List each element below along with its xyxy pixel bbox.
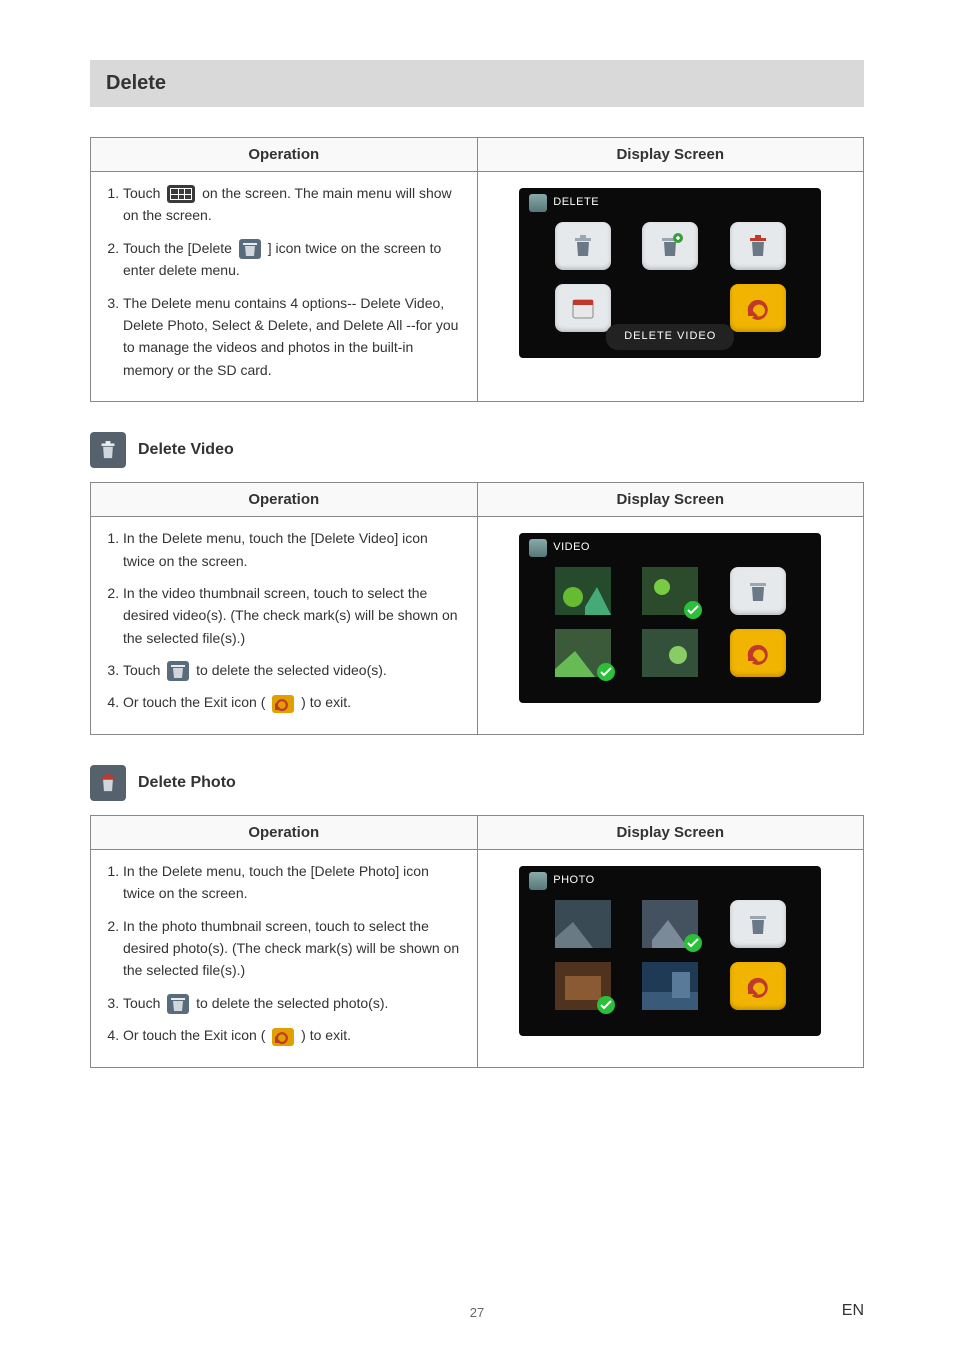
delete-table: Operation Display Screen Touch on the sc… xyxy=(90,137,864,402)
device-screen-photo: PHOTO xyxy=(519,866,821,1036)
calendar-icon xyxy=(555,284,611,332)
trash-red-icon xyxy=(90,765,126,801)
delete-photo-display-cell: PHOTO xyxy=(477,849,864,1067)
photo-thumb-selected xyxy=(642,900,698,948)
step: Or touch the Exit icon ( ) to exit. xyxy=(123,1024,463,1046)
step: In the video thumbnail screen, touch to … xyxy=(123,582,463,649)
page-number: 27 xyxy=(470,1305,484,1320)
screen-header-label: VIDEO xyxy=(553,539,590,557)
trash-all-icon xyxy=(730,222,786,270)
page-lang: EN xyxy=(842,1302,864,1320)
screen-caption: DELETE VIDEO xyxy=(606,324,734,350)
col-operation: Operation xyxy=(91,483,478,517)
col-operation: Operation xyxy=(91,138,478,172)
trash-icon xyxy=(555,222,611,270)
trash-icon xyxy=(730,567,786,615)
step: Touch the [Delete ] icon twice on the sc… xyxy=(123,237,463,282)
delete-video-operation-cell: In the Delete menu, touch the [Delete Vi… xyxy=(91,517,478,735)
trash-icon xyxy=(167,661,189,681)
step: Or touch the Exit icon ( ) to exit. xyxy=(123,691,463,713)
subheader-title: Delete Video xyxy=(138,441,234,459)
subheader-delete-photo: Delete Photo xyxy=(90,765,864,801)
delete-steps: Touch on the screen. The main menu will … xyxy=(105,182,463,381)
menu-grid-icon xyxy=(167,185,195,203)
exit-icon xyxy=(272,695,294,713)
photo-thumb xyxy=(555,900,611,948)
trash-icon xyxy=(730,900,786,948)
delete-video-display-cell: VIDEO xyxy=(477,517,864,735)
exit-icon xyxy=(730,284,786,332)
step: Touch on the screen. The main menu will … xyxy=(123,182,463,227)
screen-header-label: DELETE xyxy=(553,194,599,212)
exit-icon xyxy=(730,629,786,677)
screen-header-icon xyxy=(529,872,547,890)
subheader-title: Delete Photo xyxy=(138,774,236,792)
device-screen-delete: DELETE DELETE VIDEO xyxy=(519,188,821,358)
page-footer: 27 EN xyxy=(0,1305,954,1320)
video-thumb-selected xyxy=(555,629,611,677)
step: In the photo thumbnail screen, touch to … xyxy=(123,915,463,982)
step: The Delete menu contains 4 options-- Del… xyxy=(123,292,463,382)
device-screen-video: VIDEO xyxy=(519,533,821,703)
video-thumb xyxy=(642,629,698,677)
delete-photo-table: Operation Display Screen In the Delete m… xyxy=(90,815,864,1068)
col-display: Display Screen xyxy=(477,483,864,517)
delete-photo-operation-cell: In the Delete menu, touch the [Delete Ph… xyxy=(91,849,478,1067)
delete-operation-cell: Touch on the screen. The main menu will … xyxy=(91,172,478,402)
exit-icon xyxy=(730,962,786,1010)
col-display: Display Screen xyxy=(477,815,864,849)
screen-header-label: PHOTO xyxy=(553,872,594,890)
screen-header-icon xyxy=(529,539,547,557)
step: In the Delete menu, touch the [Delete Vi… xyxy=(123,527,463,572)
step: Touch to delete the selected video(s). xyxy=(123,659,463,681)
delete-display-cell: DELETE DELETE VIDEO xyxy=(477,172,864,402)
delete-video-steps: In the Delete menu, touch the [Delete Vi… xyxy=(105,527,463,714)
trash-icon xyxy=(239,239,261,259)
delete-video-table: Operation Display Screen In the Delete m… xyxy=(90,482,864,735)
exit-icon xyxy=(272,1028,294,1046)
video-thumb-selected xyxy=(642,567,698,615)
step: Touch to delete the selected photo(s). xyxy=(123,992,463,1014)
col-operation: Operation xyxy=(91,815,478,849)
screen-header-icon xyxy=(529,194,547,212)
col-display: Display Screen xyxy=(477,138,864,172)
trash-icon xyxy=(167,994,189,1014)
section-title: Delete xyxy=(90,60,864,107)
delete-photo-steps: In the Delete menu, touch the [Delete Ph… xyxy=(105,860,463,1047)
trash-icon xyxy=(90,432,126,468)
photo-thumb-selected xyxy=(555,962,611,1010)
video-thumb xyxy=(555,567,611,615)
trash-plus-icon xyxy=(642,222,698,270)
subheader-delete-video: Delete Video xyxy=(90,432,864,468)
step: In the Delete menu, touch the [Delete Ph… xyxy=(123,860,463,905)
manual-page: Delete Operation Display Screen Touch on… xyxy=(0,0,954,1350)
photo-thumb xyxy=(642,962,698,1010)
